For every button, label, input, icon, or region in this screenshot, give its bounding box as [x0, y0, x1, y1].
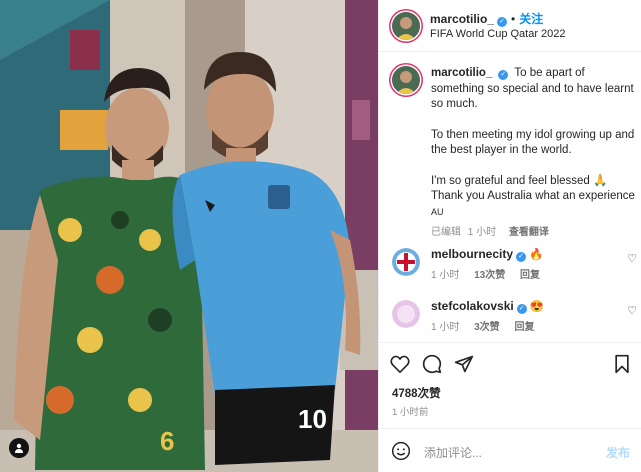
comment-likes[interactable]: 13次赞	[474, 270, 505, 281]
avatar-image	[392, 66, 420, 94]
post-side-panel: marcotilio_ ✓ • 关注 FIFA World Cup Qatar 202…	[378, 0, 641, 472]
follow-button[interactable]: 关注	[519, 12, 543, 26]
caption-username[interactable]: marcotilio_	[431, 67, 492, 79]
comment-meta: 1 小时 13次赞 回复	[431, 266, 552, 281]
comment-time: 1 小时	[431, 322, 460, 333]
post-header: marcotilio_ ✓ • 关注 FIFA World Cup Qatar 202…	[379, 0, 641, 52]
author-username[interactable]: marcotilio_	[430, 12, 494, 26]
pray-emoji: 🙏	[593, 174, 608, 187]
comment-input[interactable]: 添加评论...	[424, 444, 482, 461]
tagged-people-button[interactable]	[9, 438, 29, 458]
comment-username[interactable]: stefcolakovski	[431, 299, 514, 313]
action-bar	[379, 342, 641, 382]
avatar-image	[392, 300, 420, 328]
commenter-avatar[interactable]	[392, 300, 420, 328]
comment-likes[interactable]: 3次赞	[474, 322, 500, 333]
fire-emoji: 🔥	[529, 249, 544, 261]
post-comment-button[interactable]: 发布	[606, 444, 630, 461]
reply-button[interactable]: 回复	[514, 322, 534, 333]
caption-time: 1 小时	[467, 227, 497, 238]
comment-username[interactable]: melbournecity	[431, 247, 513, 261]
comment-text: stefcolakovski ✓ 😍	[431, 299, 544, 314]
caption-meta: 已编辑 1 小时 查看翻译	[431, 225, 636, 241]
verified-icon: ✓	[516, 252, 527, 262]
comment-button[interactable]	[421, 353, 443, 375]
author-avatar[interactable]	[392, 12, 420, 40]
share-icon	[454, 355, 474, 373]
comment-item: stefcolakovski ✓ 😍 1 小时 3次赞 回复 ♡	[392, 296, 637, 333]
person-icon	[15, 443, 23, 453]
avatar-image	[392, 12, 420, 40]
comment-time: 1 小时	[431, 270, 460, 281]
edited-label: 已编辑	[431, 227, 461, 238]
separator-dot: •	[511, 12, 516, 26]
smiley-icon	[391, 441, 411, 461]
svg-text:6: 6	[160, 426, 174, 456]
caption-line-4: Thank you Australia what an experience	[431, 190, 635, 202]
add-comment-bar: 添加评论... 发布	[379, 428, 641, 472]
post-photo[interactable]: 6 10	[0, 0, 378, 472]
avatar-image	[392, 248, 420, 276]
australia-flag: AU	[431, 206, 444, 217]
post-location[interactable]: FIFA World Cup Qatar 2022	[430, 28, 566, 40]
save-button[interactable]	[611, 353, 633, 375]
likes-count[interactable]: 4788次赞	[392, 385, 441, 401]
comment-text: melbournecity ✓ 🔥	[431, 247, 544, 262]
comment-like-icon[interactable]: ♡	[627, 304, 637, 317]
comment-like-icon[interactable]: ♡	[627, 252, 637, 265]
jersey-number: 10	[298, 404, 327, 434]
verified-icon: ✓	[516, 304, 527, 314]
comment-item: melbournecity ✓ 🔥 1 小时 13次赞 回复 ♡	[392, 244, 637, 281]
comment-icon	[422, 354, 442, 374]
caption-text: marcotilio_ ✓ To be apart of something so…	[431, 66, 636, 241]
reply-button[interactable]: 回复	[520, 270, 540, 281]
heart-icon	[390, 355, 410, 373]
commenter-avatar[interactable]	[392, 248, 420, 276]
verified-icon: ✓	[497, 17, 508, 27]
caption-line-2: To then meeting my idol growing up and t…	[431, 128, 635, 157]
share-button[interactable]	[453, 353, 475, 375]
verified-icon: ✓	[498, 70, 509, 80]
see-translation-button[interactable]: 查看翻译	[509, 227, 549, 238]
photo-illustration: 6 10	[0, 0, 378, 472]
comment-meta: 1 小时 3次赞 回复	[431, 318, 546, 333]
like-button[interactable]	[389, 353, 411, 375]
caption-line-3: I'm so grateful and feel blessed	[431, 174, 590, 187]
caption-avatar[interactable]	[392, 66, 420, 94]
bookmark-icon	[615, 354, 629, 374]
emoji-button[interactable]	[391, 441, 411, 466]
author-line: marcotilio_ ✓ • 关注	[430, 10, 543, 28]
heart-eyes-emoji: 😍	[529, 301, 545, 313]
post-time: 1 小时前	[392, 407, 429, 418]
